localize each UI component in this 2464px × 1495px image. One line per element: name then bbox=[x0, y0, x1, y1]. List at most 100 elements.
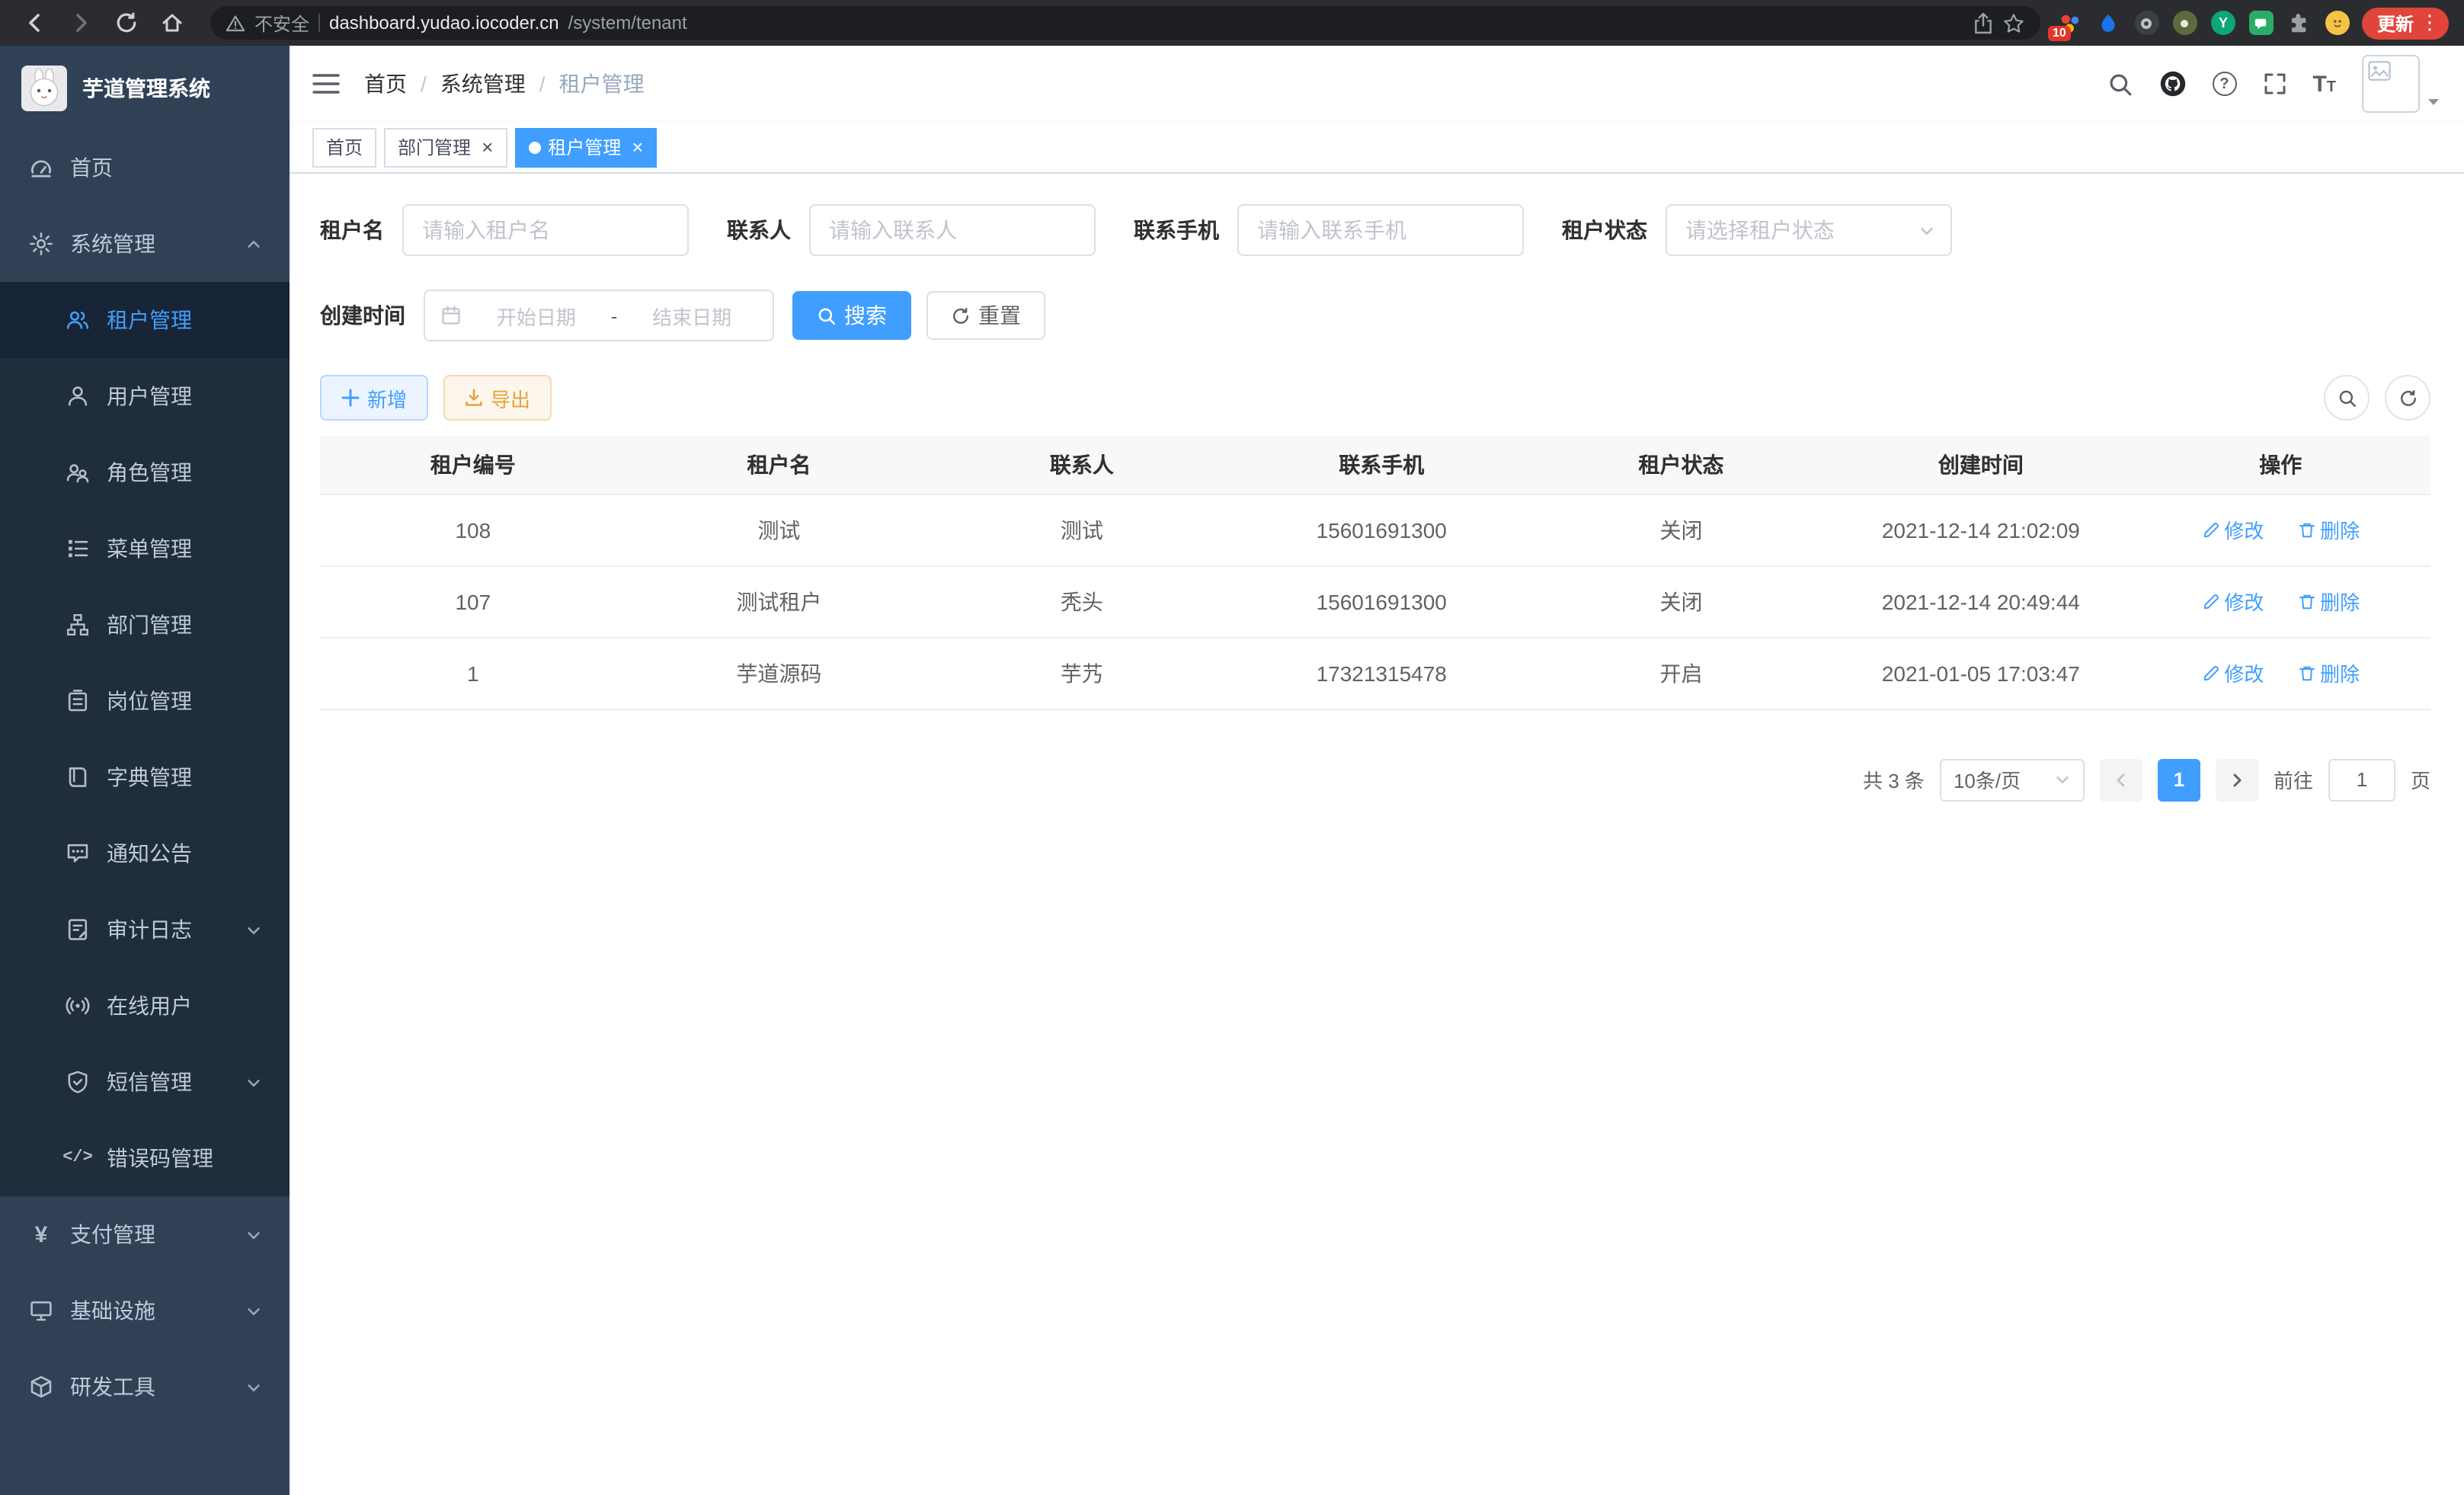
github-icon[interactable] bbox=[2158, 70, 2186, 98]
refresh-icon bbox=[951, 306, 971, 325]
font-size-icon[interactable]: TT bbox=[2312, 72, 2336, 95]
sidebar-item-menu[interactable]: 菜单管理 bbox=[0, 511, 290, 587]
sidebar-item-label: 用户管理 bbox=[107, 381, 192, 411]
active-tab-dot bbox=[528, 141, 540, 153]
browser-menu-icon[interactable]: ⋮ bbox=[2420, 11, 2440, 35]
create-time-range-picker[interactable]: 开始日期 - 结束日期 bbox=[424, 290, 774, 341]
prev-page-button[interactable] bbox=[2100, 758, 2142, 801]
edit-link[interactable]: 修改 bbox=[2201, 515, 2264, 544]
toggle-search-button[interactable] bbox=[2324, 375, 2370, 421]
hamburger-icon[interactable] bbox=[312, 72, 340, 96]
sidebar-item-online-user[interactable]: 在线用户 bbox=[0, 968, 290, 1044]
create-time-label: 创建时间 bbox=[320, 300, 405, 331]
reset-button[interactable]: 重置 bbox=[926, 291, 1045, 340]
extensions-puzzle-icon[interactable] bbox=[2287, 11, 2312, 35]
phone-label: 联系手机 bbox=[1134, 215, 1219, 245]
extension-icon-green-circle[interactable]: Y bbox=[2211, 11, 2235, 35]
forward-icon[interactable] bbox=[61, 5, 101, 41]
add-button[interactable]: 新增 bbox=[320, 375, 428, 421]
search-button[interactable]: 搜索 bbox=[792, 291, 911, 340]
share-icon[interactable] bbox=[1973, 11, 1993, 34]
page-number-1[interactable]: 1 bbox=[2158, 758, 2200, 801]
extension-icon-colorful[interactable]: 10 bbox=[2059, 11, 2083, 35]
edit-pencil-icon bbox=[2201, 664, 2219, 682]
profile-avatar[interactable] bbox=[2325, 11, 2350, 35]
monitor-icon bbox=[27, 1298, 55, 1323]
export-button[interactable]: 导出 bbox=[443, 375, 552, 421]
delete-link[interactable]: 删除 bbox=[2297, 515, 2360, 544]
jump-suffix: 页 bbox=[2411, 765, 2430, 794]
search-icon bbox=[2337, 388, 2357, 408]
help-icon[interactable]: ? bbox=[2212, 72, 2236, 96]
fullscreen-icon[interactable] bbox=[2262, 72, 2286, 96]
app-logo[interactable]: 芋道管理系统 bbox=[0, 46, 290, 130]
cell-created: 2021-12-14 21:02:09 bbox=[1831, 494, 2130, 565]
delete-link[interactable]: 删除 bbox=[2297, 658, 2360, 687]
extension-icon-dark-ring[interactable] bbox=[2135, 11, 2159, 35]
gear-icon bbox=[27, 232, 55, 256]
breadcrumb-home[interactable]: 首页 bbox=[364, 69, 407, 99]
sidebar-item-error-code[interactable]: </> 错误码管理 bbox=[0, 1120, 290, 1196]
delete-link[interactable]: 删除 bbox=[2297, 587, 2360, 616]
add-button-label: 新增 bbox=[367, 383, 407, 412]
sidebar-item-tenant[interactable]: 租户管理 bbox=[0, 282, 290, 358]
breadcrumb-separator: / bbox=[539, 72, 546, 96]
jump-page-input[interactable] bbox=[2328, 758, 2395, 801]
sidebar-item-sms[interactable]: 短信管理 bbox=[0, 1044, 290, 1120]
sidebar-item-user[interactable]: 用户管理 bbox=[0, 358, 290, 434]
logo-rabbit-image bbox=[21, 65, 67, 110]
cell-status: 关闭 bbox=[1531, 494, 1831, 565]
col-tenant-id: 租户编号 bbox=[320, 436, 626, 494]
back-icon[interactable] bbox=[15, 5, 55, 41]
close-icon[interactable]: × bbox=[482, 137, 493, 157]
home-icon[interactable] bbox=[152, 5, 192, 41]
extension-icon-blue[interactable] bbox=[2097, 11, 2121, 35]
sidebar-item-infra[interactable]: 基础设施 bbox=[0, 1273, 290, 1349]
address-bar[interactable]: 不安全 dashboard.yudao.iocoder.cn/system/te… bbox=[210, 6, 2040, 40]
tab-home[interactable]: 首页 bbox=[312, 127, 376, 167]
contact-input[interactable] bbox=[809, 204, 1096, 256]
user-menu[interactable] bbox=[2362, 55, 2441, 113]
bookmark-star-icon[interactable] bbox=[2002, 11, 2025, 34]
sidebar-item-dict[interactable]: 字典管理 bbox=[0, 739, 290, 815]
cube-icon bbox=[27, 1375, 55, 1399]
page-size-value: 10条/页 bbox=[1954, 765, 2021, 794]
edit-link[interactable]: 修改 bbox=[2201, 658, 2264, 687]
reload-icon[interactable] bbox=[107, 5, 146, 41]
extension-icon-olive[interactable] bbox=[2173, 11, 2197, 35]
sidebar-item-home[interactable]: 首页 bbox=[0, 130, 290, 206]
status-select[interactable]: 请选择租户状态 bbox=[1666, 204, 1952, 256]
header-search-icon[interactable] bbox=[2107, 71, 2133, 97]
sidebar-item-label: 通知公告 bbox=[107, 838, 192, 869]
user-icon bbox=[64, 384, 91, 408]
edit-link[interactable]: 修改 bbox=[2201, 587, 2264, 616]
next-page-button[interactable] bbox=[2216, 758, 2258, 801]
sidebar-item-post[interactable]: 岗位管理 bbox=[0, 663, 290, 739]
book-icon bbox=[64, 765, 91, 789]
page-size-select[interactable]: 10条/页 bbox=[1940, 758, 2085, 801]
sidebar-item-role[interactable]: 角色管理 bbox=[0, 434, 290, 511]
tenant-name-input[interactable] bbox=[402, 204, 689, 256]
sidebar-item-notice[interactable]: 通知公告 bbox=[0, 815, 290, 892]
phone-input[interactable] bbox=[1237, 204, 1524, 256]
dashboard-icon bbox=[27, 155, 55, 180]
cell-tenant-name: 芋道源码 bbox=[626, 637, 933, 709]
breadcrumb-system[interactable]: 系统管理 bbox=[440, 69, 526, 99]
avatar[interactable] bbox=[2362, 55, 2420, 113]
edit-pencil-icon bbox=[2201, 592, 2219, 610]
sidebar-item-payment[interactable]: ¥ 支付管理 bbox=[0, 1196, 290, 1273]
refresh-table-button[interactable] bbox=[2385, 375, 2430, 421]
table-row: 108 测试 测试 15601691300 关闭 2021-12-14 21:0… bbox=[320, 494, 2430, 565]
close-icon[interactable]: × bbox=[632, 137, 643, 157]
tab-dept[interactable]: 部门管理 × bbox=[384, 127, 507, 167]
extension-icon-green-square[interactable] bbox=[2249, 11, 2274, 35]
download-icon bbox=[465, 389, 483, 407]
sidebar-item-dev-tools[interactable]: 研发工具 bbox=[0, 1349, 290, 1425]
sidebar-item-dept[interactable]: 部门管理 bbox=[0, 587, 290, 663]
reset-button-label: 重置 bbox=[978, 300, 1021, 331]
sidebar-item-system[interactable]: 系统管理 bbox=[0, 206, 290, 282]
tab-tenant-active[interactable]: 租户管理 × bbox=[514, 127, 657, 167]
org-tree-icon bbox=[64, 613, 91, 637]
sidebar-item-audit-log[interactable]: 审计日志 bbox=[0, 892, 290, 968]
chrome-update-button[interactable]: 更新 ⋮ bbox=[2362, 7, 2449, 39]
